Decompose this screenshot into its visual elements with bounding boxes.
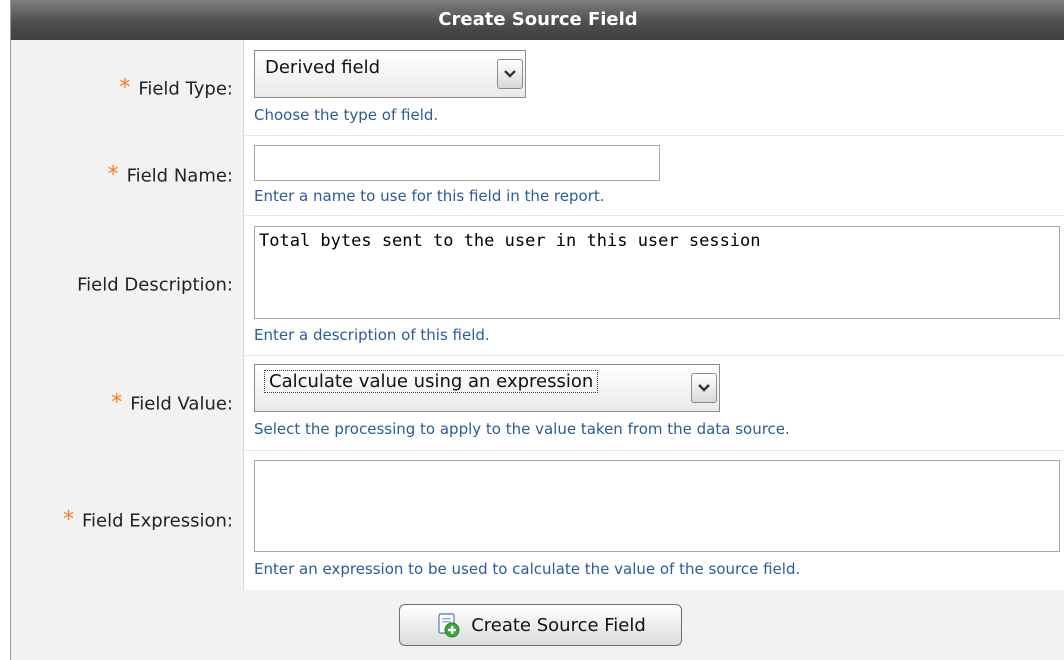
create-source-field-panel: Create Source Field * Field Type: Derived… (10, 0, 1064, 660)
field-type-value: Derived field (265, 57, 381, 78)
field-description-textarea[interactable]: Total bytes sent to the user in this use… (254, 226, 1060, 319)
field-type-label-cell: * Field Type: (11, 40, 244, 135)
chevron-down-icon[interactable] (497, 59, 523, 89)
field-description-label-cell: Field Description: (11, 215, 244, 355)
field-name-help: Enter a name to use for this field in th… (254, 187, 605, 205)
field-expression-label-cell: * Field Expression: (11, 450, 244, 590)
field-value-row: * Field Value: Calculate value using an e… (11, 355, 1064, 451)
field-value-help: Select the processing to apply to the va… (254, 420, 790, 438)
required-marker: * (62, 507, 74, 533)
field-description-help: Enter a description of this field. (254, 326, 490, 344)
field-expression-row: * Field Expression: Enter an expression t… (11, 450, 1064, 590)
form-footer: Create Source Field (11, 590, 1064, 660)
field-expression-help: Enter an expression to be used to calcul… (254, 560, 801, 578)
field-value-label: * Field Value: (111, 390, 233, 415)
create-source-field-button-label: Create Source Field (471, 614, 646, 636)
field-expression-label: * Field Expression: (62, 507, 233, 533)
field-value-select[interactable]: Calculate value using an expression (254, 364, 720, 412)
create-source-field-button[interactable]: Create Source Field (399, 604, 682, 646)
chevron-down-icon[interactable] (691, 373, 717, 403)
field-description-row: Field Description: Total bytes sent to t… (11, 215, 1064, 356)
field-name-input[interactable] (254, 145, 660, 181)
required-marker: * (107, 162, 119, 188)
field-type-label: * Field Type: (119, 75, 233, 100)
field-description-label: Field Description: (77, 274, 233, 296)
field-type-help: Choose the type of field. (254, 106, 439, 124)
field-name-row: * Field Name: Enter a name to use for thi… (11, 135, 1064, 216)
field-description-value: Total bytes sent to the user in this use… (259, 231, 761, 251)
field-value-value: Calculate value using an expression (263, 370, 599, 393)
field-value-label-cell: * Field Value: (11, 355, 244, 450)
field-type-select[interactable]: Derived field (254, 50, 526, 98)
add-document-icon (438, 613, 460, 638)
required-marker: * (111, 390, 123, 415)
field-name-label-cell: * Field Name: (11, 135, 244, 215)
panel-title: Create Source Field (11, 0, 1064, 40)
field-name-label: * Field Name: (107, 162, 233, 188)
required-marker: * (119, 75, 131, 100)
field-expression-textarea[interactable] (254, 460, 1060, 552)
field-type-row: * Field Type: Derived field Choose the ty… (11, 40, 1064, 136)
